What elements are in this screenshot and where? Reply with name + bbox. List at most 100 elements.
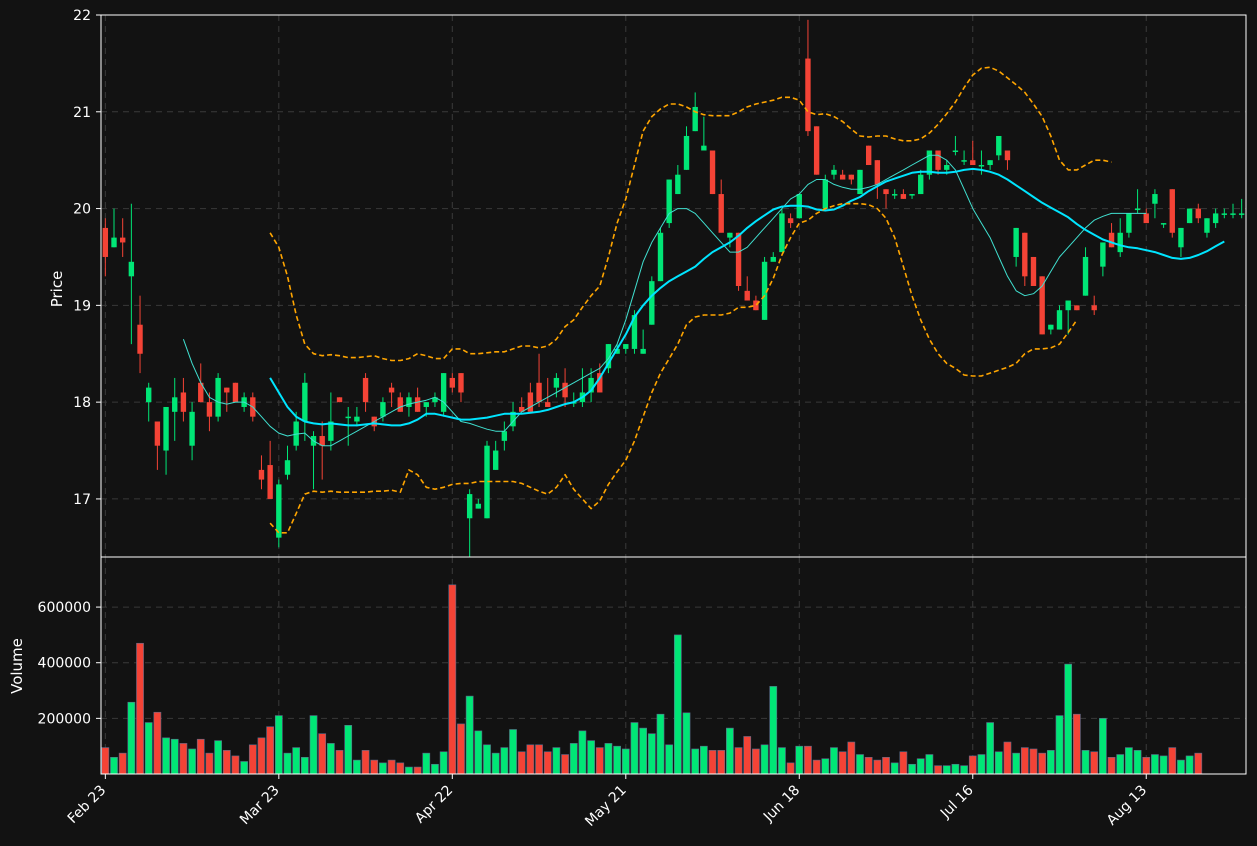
- candle-body: [640, 348, 646, 354]
- candle-body: [1178, 227, 1184, 248]
- candle-body: [735, 232, 742, 286]
- candle-body: [744, 290, 750, 301]
- candle-body: [449, 377, 455, 388]
- candle-body: [709, 150, 716, 195]
- candle-body: [753, 300, 759, 311]
- volume-bar: [1168, 747, 1177, 775]
- volume-bar: [309, 715, 318, 775]
- candle-body: [397, 397, 403, 412]
- volume-bar: [1185, 755, 1194, 775]
- volume-bar: [552, 747, 561, 775]
- candle-body: [822, 179, 828, 209]
- volume-bar: [743, 736, 752, 775]
- volume-bar: [170, 738, 179, 775]
- volume-bar: [1038, 752, 1047, 775]
- candle-body: [883, 189, 889, 195]
- volume-bar: [769, 686, 778, 775]
- candle-body: [102, 227, 109, 257]
- candle-body: [206, 402, 213, 417]
- price-tick-label: 17: [73, 492, 91, 508]
- candle-body: [675, 174, 681, 195]
- volume-tick-label: 400000: [38, 656, 91, 672]
- candle-body: [501, 431, 508, 441]
- candle-body: [137, 324, 143, 354]
- candle-body: [1013, 227, 1019, 257]
- candle-body: [996, 135, 1002, 156]
- candle-body: [1195, 208, 1201, 219]
- candle-body: [805, 58, 811, 132]
- candle-body: [727, 232, 733, 238]
- candle-body: [848, 174, 855, 180]
- volume-bar: [188, 748, 196, 775]
- volume-bar: [1116, 754, 1125, 775]
- volume-bar: [838, 751, 847, 775]
- candle-body: [1169, 189, 1175, 233]
- candle-body: [1030, 256, 1037, 286]
- volume-bar: [812, 759, 821, 775]
- candle-body: [423, 402, 429, 407]
- candle-body: [900, 194, 907, 199]
- volume-bar: [136, 642, 144, 775]
- volume-bar: [786, 762, 795, 775]
- volume-bar: [526, 744, 535, 775]
- volume-bar: [595, 747, 604, 775]
- candle-body: [1238, 213, 1245, 215]
- volume-bar: [951, 763, 960, 775]
- candle-body: [354, 416, 360, 422]
- volume-bar: [1177, 759, 1185, 775]
- candle-body: [1108, 232, 1115, 248]
- volume-bar: [439, 751, 448, 775]
- volume-bar: [196, 738, 205, 775]
- volume-bar: [752, 748, 760, 775]
- candle-body: [345, 416, 351, 419]
- volume-bar: [127, 701, 136, 775]
- candle-body: [267, 465, 273, 499]
- candle-body: [1230, 213, 1236, 215]
- candle-body: [935, 150, 941, 170]
- volume-bar: [821, 758, 830, 775]
- volume-bar: [726, 727, 734, 775]
- volume-bar: [673, 634, 682, 775]
- volume-bar: [483, 744, 491, 775]
- volume-bar: [1090, 751, 1099, 775]
- volume-bar: [569, 743, 578, 775]
- volume-bar: [274, 715, 283, 775]
- candle-body: [1048, 324, 1054, 330]
- volume-bar: [405, 766, 413, 775]
- candle-body: [692, 106, 698, 132]
- volume-bar: [804, 745, 812, 775]
- candle-body: [232, 382, 239, 403]
- volume-bar: [1125, 747, 1133, 775]
- candle-body: [701, 145, 707, 151]
- candle-body: [718, 194, 724, 233]
- candle-body: [1212, 213, 1219, 224]
- candle-body: [952, 150, 959, 152]
- candle-body: [336, 397, 343, 403]
- volume-bar: [500, 747, 509, 775]
- candle-body: [562, 382, 568, 398]
- candle-body: [1091, 305, 1097, 311]
- volume-bar: [474, 730, 483, 775]
- volume-bar: [1055, 715, 1064, 775]
- candle-body: [180, 392, 187, 412]
- volume-bar: [222, 750, 231, 775]
- financial-chart: 171819202122 200000400000600000 Feb 23 Ma…: [0, 0, 1257, 846]
- volume-bar: [561, 754, 569, 775]
- volume-bar: [153, 711, 162, 775]
- volume-bar: [283, 752, 292, 775]
- volume-bar: [396, 762, 405, 775]
- candle-body: [475, 503, 482, 509]
- candle-body: [119, 237, 126, 243]
- volume-bar: [448, 584, 457, 775]
- volume-bar: [1064, 663, 1073, 775]
- volume-bar: [361, 750, 370, 775]
- price-tick-label: 22: [73, 8, 91, 24]
- volume-bar: [682, 712, 691, 775]
- volume-bar: [370, 759, 379, 775]
- volume-bar: [1020, 747, 1029, 775]
- volume-bar: [318, 733, 327, 775]
- volume-bar: [248, 744, 257, 775]
- volume-bar: [344, 725, 353, 775]
- volume-bar: [214, 740, 222, 775]
- candle-body: [1134, 208, 1141, 211]
